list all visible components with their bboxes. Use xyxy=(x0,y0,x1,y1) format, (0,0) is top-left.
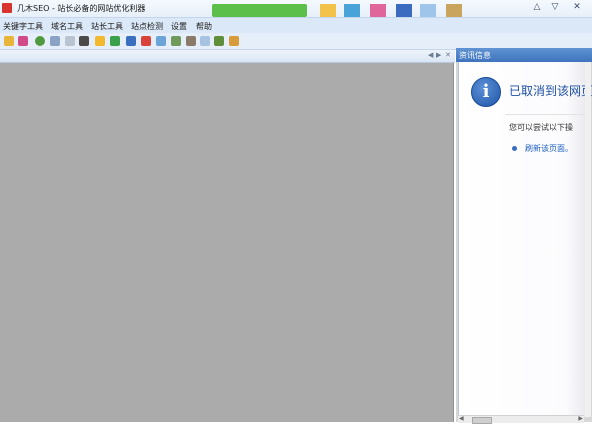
divider xyxy=(505,114,585,115)
app-icon xyxy=(2,3,12,13)
tab-scroll-right-icon[interactable]: ▶ xyxy=(436,51,441,59)
bullet-icon xyxy=(512,146,517,151)
maximize-button[interactable]: ▽ xyxy=(548,1,562,13)
tab-strip: ◀ ▶ ✕ xyxy=(0,50,455,63)
scroll-left-icon[interactable]: ◀ xyxy=(459,415,464,422)
menu-help[interactable]: 帮助 xyxy=(196,21,212,32)
user-icon[interactable] xyxy=(229,36,239,46)
refresh-icon[interactable] xyxy=(110,36,120,46)
link-icon[interactable] xyxy=(186,36,196,46)
menu-keyword-tools[interactable]: 关键字工具 xyxy=(3,21,43,32)
decorative-icon xyxy=(446,4,462,17)
document-icon[interactable] xyxy=(200,36,210,46)
decorative-icon xyxy=(320,4,336,17)
decorative-icon xyxy=(370,4,386,17)
cloud-icon[interactable] xyxy=(171,36,181,46)
flags-icon[interactable] xyxy=(141,36,151,46)
decorative-banner xyxy=(212,4,307,17)
chart-icon[interactable] xyxy=(18,36,28,46)
tab-scroll-left-icon[interactable]: ◀ xyxy=(428,51,433,59)
menu-settings[interactable]: 设置 xyxy=(171,21,187,32)
upload-icon[interactable] xyxy=(156,36,166,46)
decorative-icon xyxy=(396,4,412,17)
decorative-icon xyxy=(420,4,436,17)
image-icon[interactable] xyxy=(126,36,136,46)
page-icon[interactable] xyxy=(65,36,75,46)
menu-domain-tools[interactable]: 域名工具 xyxy=(51,21,83,32)
scroll-right-icon[interactable]: ▶ xyxy=(578,415,583,422)
decorative-icon xyxy=(344,4,360,17)
window-title: 几木SEO - 站长必备的网站优化利器 xyxy=(17,4,146,13)
vertical-scrollbar[interactable] xyxy=(585,62,591,417)
info-panel: 资讯信息 i 已取消到该网页 您可以尝试以下操 刷新该页面。 ◀ ▶ xyxy=(456,48,592,424)
suggestion-text: 您可以尝试以下操 xyxy=(509,123,573,132)
bolt-icon[interactable] xyxy=(95,36,105,46)
close-button[interactable]: ✕ xyxy=(570,1,584,13)
search-icon[interactable] xyxy=(50,36,60,46)
menu-bar: 关键字工具 域名工具 站长工具 站点检测 设置 帮助 xyxy=(0,17,592,34)
bug-icon[interactable] xyxy=(214,36,224,46)
info-panel-header: 资讯信息 xyxy=(456,48,592,62)
scrollbar-thumb[interactable] xyxy=(472,417,492,424)
info-panel-title: 资讯信息 xyxy=(459,51,491,60)
globe-icon[interactable] xyxy=(35,36,45,46)
title-bar: 几木SEO - 站长必备的网站优化利器 △ ▽ ✕ xyxy=(0,0,592,17)
minimize-button[interactable]: △ xyxy=(530,1,544,13)
menu-webmaster-tools[interactable]: 站长工具 xyxy=(91,21,123,32)
error-title: 已取消到该网页 xyxy=(509,84,592,98)
refresh-page-link[interactable]: 刷新该页面。 xyxy=(525,143,573,154)
binoculars-icon[interactable] xyxy=(79,36,89,46)
menu-site-check[interactable]: 站点检测 xyxy=(131,21,163,32)
info-panel-browser: i 已取消到该网页 您可以尝试以下操 刷新该页面。 xyxy=(458,62,592,417)
close-tab-icon[interactable]: ✕ xyxy=(445,51,451,59)
main-content-area xyxy=(0,63,454,422)
info-icon: i xyxy=(471,77,501,107)
key-icon[interactable] xyxy=(4,36,14,46)
